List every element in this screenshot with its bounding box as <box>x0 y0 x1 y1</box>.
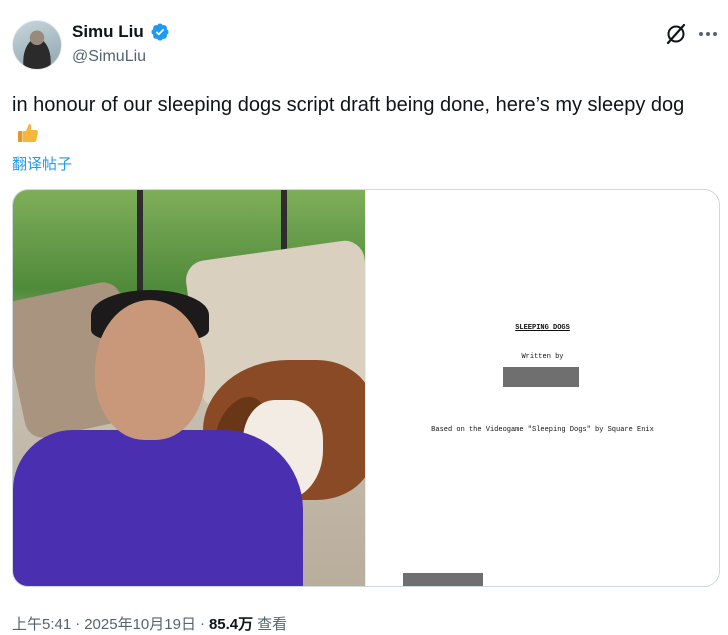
meta-separator: · <box>199 615 205 632</box>
translate-post-link[interactable]: 翻译帖子 <box>12 153 72 174</box>
tweet-text-content: in honour of our sleeping dogs script dr… <box>12 94 685 116</box>
author-display-name[interactable]: Simu Liu <box>72 22 144 42</box>
thumbs-up-emoji-icon <box>18 124 38 142</box>
purple-shirt <box>13 430 303 586</box>
author-name-row: Simu Liu <box>72 22 170 42</box>
script-based-on: Based on the Videogame "Sleeping Dogs" b… <box>431 426 654 434</box>
verified-badge-icon <box>151 23 169 41</box>
photo-man-with-dog[interactable] <box>13 190 365 586</box>
script-written-by: Written by <box>521 353 564 361</box>
views-count: 85.4万 <box>208 616 254 633</box>
grok-icon[interactable] <box>664 22 688 46</box>
post-date[interactable]: 2025年10月19日 <box>84 613 196 634</box>
more-dot <box>713 32 717 36</box>
photo-script-page[interactable]: SLEEPING DOGS Written by Based on the Vi… <box>365 190 719 586</box>
more-dot <box>699 32 703 36</box>
redacted-footer-block <box>403 573 483 586</box>
author-handle[interactable]: @SimuLiu <box>72 48 146 66</box>
more-dot <box>706 32 710 36</box>
author-avatar[interactable] <box>12 20 62 70</box>
redacted-author-block <box>503 367 579 387</box>
face <box>95 300 205 440</box>
more-icon[interactable] <box>696 22 720 46</box>
script-title: SLEEPING DOGS <box>515 324 570 332</box>
meta-separator: · <box>75 615 81 632</box>
tweet-meta: 上午5:41 · 2025年10月19日 · 85.4万 查看 <box>12 613 287 634</box>
media-grid: SLEEPING DOGS Written by Based on the Vi… <box>12 189 720 587</box>
post-time[interactable]: 上午5:41 <box>12 613 71 634</box>
views-label: 查看 <box>257 616 288 633</box>
tweet-text: in honour of our sleeping dogs script dr… <box>12 90 712 150</box>
